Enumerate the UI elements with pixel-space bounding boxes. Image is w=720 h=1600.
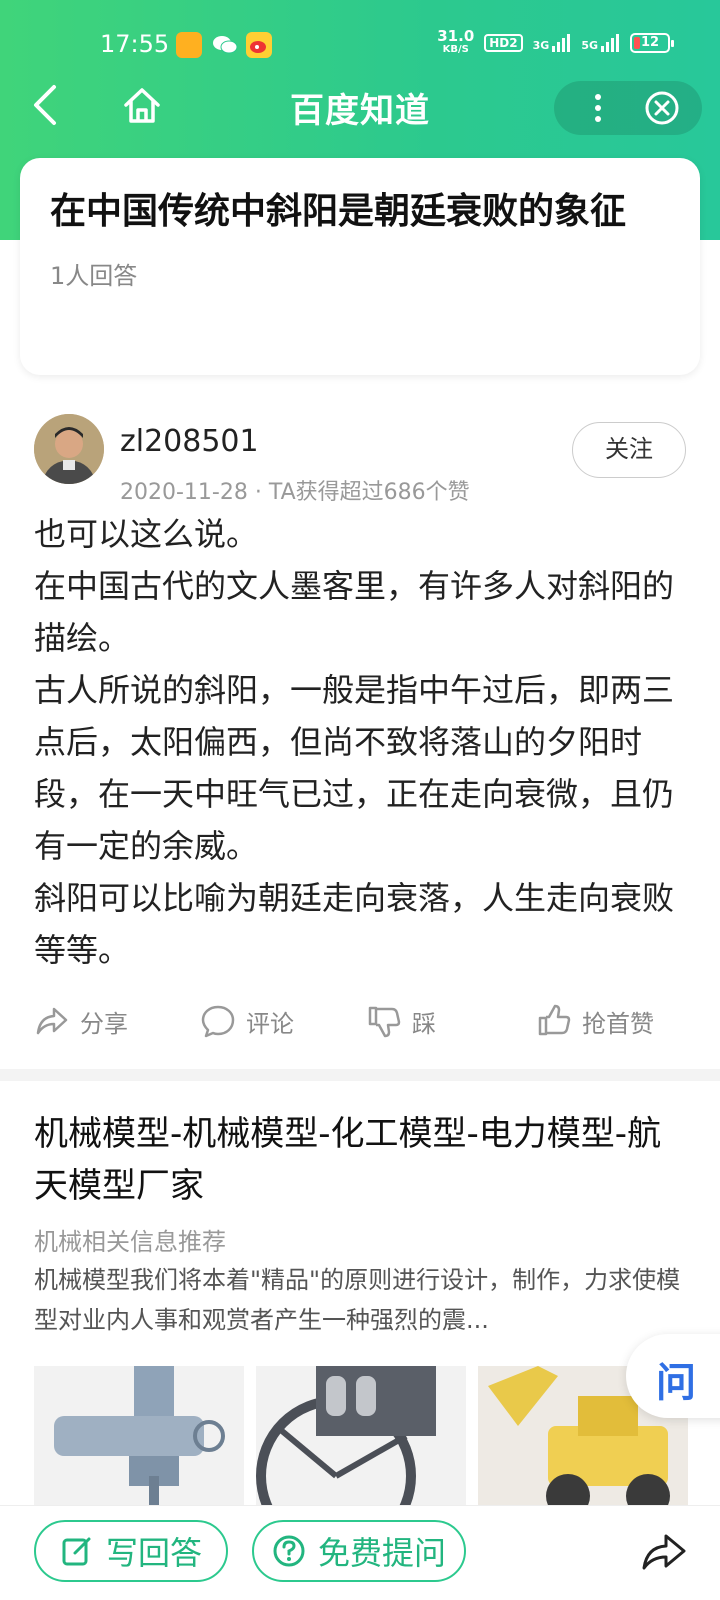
answer-meta: 2020-11-28 · TA获得超过686个赞 xyxy=(120,480,470,505)
speed-unit: KB/S xyxy=(442,44,469,55)
status-indicators: 31.0 KB/S HD2 3G 5G 12 xyxy=(437,27,674,56)
ask-float-button[interactable]: 问 xyxy=(626,1334,720,1418)
signal-5g: 5G xyxy=(581,34,620,52)
comment-button[interactable]: 评论 xyxy=(200,996,294,1046)
battery-icon: 12 xyxy=(630,33,674,53)
dislike-label: 踩 xyxy=(412,1009,436,1038)
bottom-bar: 写回答 免费提问 xyxy=(0,1505,720,1600)
ad-image-wheel[interactable] xyxy=(256,1366,466,1516)
weibo-icon xyxy=(246,32,272,58)
share-icon xyxy=(36,1007,68,1035)
ad-description: 机械模型我们将本着"精品"的原则进行设计，制作，力求使模型对业内人事和观赏者产生… xyxy=(34,1266,681,1334)
answer-body: 也可以这么说。 在中国古代的文人墨客里，有许多人对斜阳的描绘。 古人所说的斜阳，… xyxy=(34,508,694,976)
battery-level: 12 xyxy=(640,35,660,50)
thumbs-down-icon xyxy=(368,1006,401,1038)
ad-image-machine[interactable] xyxy=(34,1366,244,1516)
answer-count: 1人回答 xyxy=(50,262,138,290)
hd-badge: HD2 xyxy=(484,34,523,52)
dislike-button[interactable]: 踩 xyxy=(366,996,436,1046)
share-icon xyxy=(642,1534,686,1570)
answer-paragraph: 古人所说的斜阳，一般是指中午过后，即两三点后，太阳偏西，但尚不致将落山的夕阳时段… xyxy=(34,671,675,865)
follow-button[interactable]: 关注 xyxy=(572,422,686,478)
answer-item: zl208501 2020-11-28 · TA获得超过686个赞 关注 也可以… xyxy=(0,408,720,1068)
write-answer-button[interactable]: 写回答 xyxy=(34,1520,228,1582)
share-label: 分享 xyxy=(80,1009,128,1038)
question-card: 在中国传统中斜阳是朝廷衰败的象征 1人回答 xyxy=(20,158,700,375)
answer-actions: 分享 评论 踩 抢首赞 xyxy=(0,996,720,1046)
avatar-image xyxy=(34,414,104,484)
comment-label: 评论 xyxy=(246,1009,294,1038)
ad-title[interactable]: 机械模型-机械模型-化工模型-电力模型-航天模型厂家 xyxy=(34,1108,694,1212)
share-button[interactable]: 分享 xyxy=(34,996,128,1046)
like-label: 抢首赞 xyxy=(582,1009,654,1038)
ad-images xyxy=(34,1366,694,1516)
more-button[interactable] xyxy=(578,88,618,128)
answer-paragraph: 在中国古代的文人墨客里，有许多人对斜阳的描绘。 xyxy=(34,567,675,657)
signal-bars-icon xyxy=(552,34,571,52)
like-button[interactable]: 抢首赞 xyxy=(536,996,654,1046)
answer-paragraph: 斜阳可以比喻为朝廷走向衰落，人生走向衰败等等。 xyxy=(34,879,675,969)
thumbs-up-icon xyxy=(538,1004,571,1036)
more-vertical-icon xyxy=(595,94,601,122)
section-divider xyxy=(0,1069,720,1081)
question-circle-icon xyxy=(273,1535,305,1567)
edit-icon xyxy=(62,1537,91,1566)
ask-float-label: 问 xyxy=(656,1360,696,1406)
status-time: 17:55 xyxy=(100,30,170,58)
answer-paragraph: 也可以这么说。 xyxy=(34,515,259,553)
free-ask-button[interactable]: 免费提问 xyxy=(252,1520,466,1582)
signal-3g: 3G xyxy=(533,34,572,52)
avatar[interactable] xyxy=(34,414,104,484)
write-answer-label: 写回答 xyxy=(105,1534,202,1572)
question-title: 在中国传统中斜阳是朝廷衰败的象征 xyxy=(50,191,627,232)
comment-icon xyxy=(201,1005,235,1038)
menu-capsule xyxy=(554,81,702,135)
close-button[interactable] xyxy=(644,90,680,126)
speed-value: 31.0 xyxy=(437,27,475,45)
signal-bars-icon xyxy=(601,34,619,52)
wechat-icon xyxy=(212,32,238,58)
username[interactable]: zl208501 xyxy=(120,424,259,459)
signal-5g-label: 5G xyxy=(581,39,598,52)
signal-3g-label: 3G xyxy=(532,39,550,52)
navbar: 百度知道 xyxy=(0,75,720,135)
free-ask-label: 免费提问 xyxy=(317,1534,446,1572)
app-notification-icon xyxy=(176,32,202,58)
close-circle-icon xyxy=(645,91,679,125)
ad-source: 机械相关信息推荐 xyxy=(34,1228,226,1256)
network-speed: 31.0 KB/S xyxy=(437,27,475,56)
bottom-share-button[interactable] xyxy=(640,1528,688,1576)
